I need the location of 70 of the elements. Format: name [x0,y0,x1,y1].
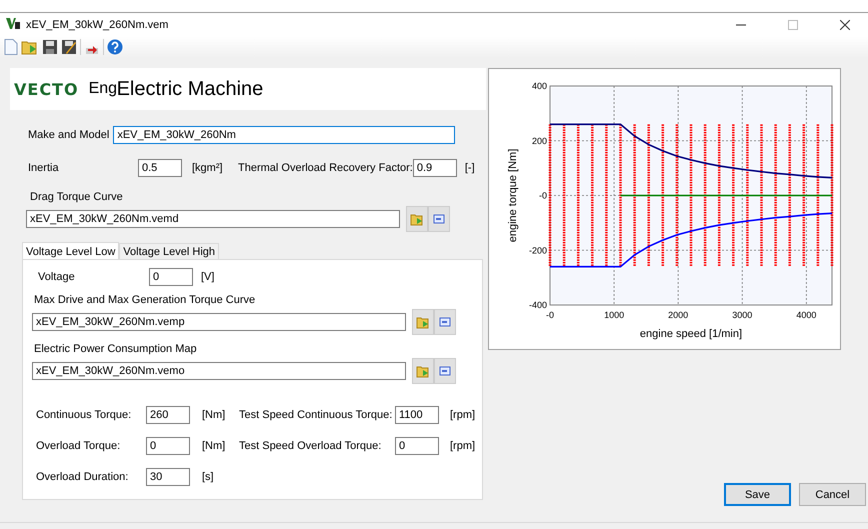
edit-file-button[interactable] [428,206,450,232]
save-icon[interactable] [42,39,58,55]
value-field[interactable]: 1100 [395,406,439,424]
y-tick-label: -200 [528,245,547,256]
help-icon[interactable] [107,39,123,55]
x-tick-label: 3000 [732,310,752,320]
page-title: Electric Machine [116,78,264,100]
y-tick-label: -400 [528,300,547,310]
section-label: Max Drive and Max Generation Torque Curve [33,294,256,306]
x-tick-label: -0 [546,310,554,320]
field-label: Voltage [37,271,76,283]
field-label: Make and Model [28,129,110,141]
field-label: Test Speed Continuous Torque: [239,409,394,421]
dialog-button[interactable]: Save [724,483,791,506]
unit-label: [kgm²] [192,162,224,174]
unit-label: [s] [201,471,215,483]
open-file-button[interactable] [412,309,434,335]
inertia-field[interactable]: 0.5 [138,159,182,177]
file-path-field[interactable]: xEV_EM_30kW_260Nm.vemd [26,210,400,228]
x-axis-title: engine speed [1/min] [640,328,742,340]
recovery-factor-field[interactable]: 0.9 [412,159,457,177]
y-tick-label: 400 [532,81,547,91]
app-logo-icon [6,18,20,32]
file-path-field[interactable]: xEV_EM_30kW_260Nm.vemp [32,313,406,331]
x-tick-label: 2000 [668,310,688,320]
window-title: xEV_EM_30kW_260Nm.vem [26,18,170,30]
unit-label: [V] [201,271,214,283]
unit-label: [rpm] [449,409,476,421]
value-field[interactable]: 260 [146,406,190,424]
field-label: Overload Torque: [36,440,122,452]
close-icon[interactable] [840,20,850,30]
field-label: Test Speed Overload Torque: [239,440,382,452]
open-file-button[interactable] [406,206,428,232]
vecto-logo: VECTO [14,80,79,98]
y-axis-title: engine torque [Nm] [507,148,519,242]
make-model-field[interactable]: xEV_EM_30kW_260Nm [113,126,456,144]
folder-icon [416,364,430,378]
folder-icon [416,316,430,328]
unit-label: [-] [464,162,475,174]
section-label: Drag Torque Curve [30,191,124,203]
unit-label: [Nm] [201,440,226,452]
section-label: Electric Power Consumption Map [33,343,197,355]
field-label: Overload Duration: [36,471,130,483]
open-file-button[interactable] [412,358,434,384]
hidden-title: Eng [88,80,117,98]
edit-file-button[interactable] [434,358,456,384]
y-tick-label: -0 [538,190,547,200]
voltage-field[interactable]: 0 [149,268,193,286]
value-field[interactable]: 0 [395,437,439,455]
field-label: Continuous Torque: [36,409,132,421]
window-icon [433,214,445,224]
field-label: Inertia [28,162,60,174]
field-label: Thermal Overload Recovery Factor: [238,162,413,174]
unit-label: [rpm] [449,440,476,452]
value-field[interactable]: 0 [146,437,190,455]
file-path-field[interactable]: xEV_EM_30kW_260Nm.vemo [32,362,406,380]
save-as-icon[interactable] [61,39,77,55]
window-icon [439,317,451,327]
tab[interactable]: Voltage Level Low [22,242,120,260]
new-file-icon[interactable] [4,39,18,55]
tab[interactable]: Voltage Level High [119,243,220,259]
unit-label: [Nm] [201,409,226,421]
x-tick-label: 1000 [604,310,624,320]
y-tick-label: 200 [532,136,547,146]
dialog-button[interactable]: Cancel [799,483,866,506]
edit-file-button[interactable] [434,309,456,335]
folder-icon [410,212,424,226]
value-field[interactable]: 30 [146,468,190,486]
x-tick-label: 4000 [796,310,816,320]
window-icon [439,366,451,376]
